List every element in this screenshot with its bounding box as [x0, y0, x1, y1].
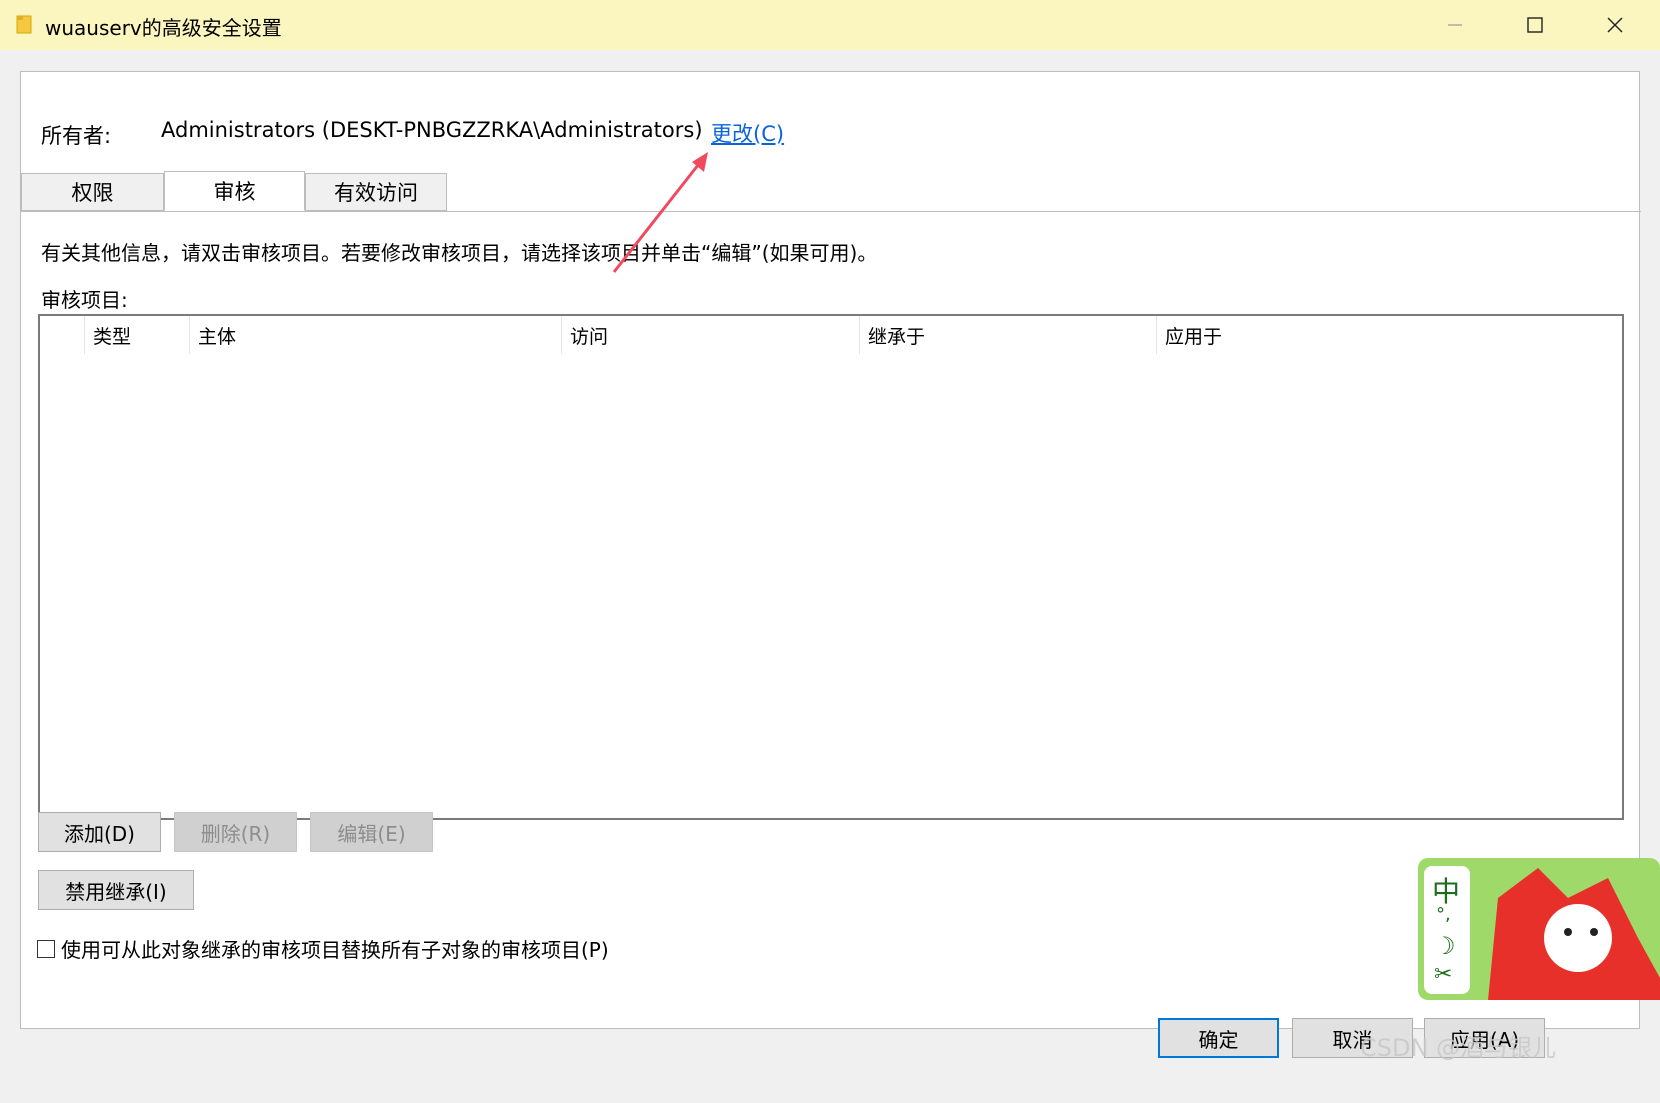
column-header-applies-to[interactable]: 应用于: [1156, 316, 1622, 354]
watermark: CSDN @酒与银儿: [1360, 1034, 1557, 1062]
ime-punctuation[interactable]: °,: [1436, 904, 1451, 925]
tab-divider: [21, 211, 1641, 212]
column-header-type[interactable]: 类型: [84, 316, 189, 354]
replace-child-entries-checkbox[interactable]: [37, 939, 55, 958]
close-icon: [1607, 17, 1623, 33]
close-button[interactable]: [1580, 0, 1650, 50]
replace-child-entries-label: 使用可从此对象继承的审核项目替换所有子对象的审核项目(P): [61, 938, 609, 962]
audit-entries-label: 审核项目:: [41, 288, 128, 312]
window-title: wuauserv的高级安全设置: [45, 16, 282, 40]
disable-inheritance-button[interactable]: 禁用继承(I): [38, 870, 194, 910]
audit-entries-list[interactable]: 类型 主体 访问 继承于 应用于: [38, 314, 1624, 820]
ime-tool-icon[interactable]: ✂: [1434, 962, 1452, 987]
title-bar: wuauserv的高级安全设置: [0, 0, 1660, 50]
folder-icon: [16, 15, 32, 34]
tab-auditing[interactable]: 审核: [164, 171, 305, 211]
maximize-button[interactable]: [1500, 0, 1570, 50]
owner-value: Administrators (DESKT-PNBGZZRKA\Administ…: [161, 118, 703, 142]
info-text: 有关其他信息，请双击审核项目。若要修改审核项目，请选择该项目并单击“编辑”(如果…: [41, 241, 878, 265]
main-panel: 所有者: Administrators (DESKT-PNBGZZRKA\Adm…: [20, 71, 1641, 1029]
column-header-principal[interactable]: 主体: [189, 316, 561, 354]
change-owner-link[interactable]: 更改(C): [711, 118, 784, 148]
ok-button[interactable]: 确定: [1158, 1018, 1279, 1058]
remove-button[interactable]: 删除(R): [174, 812, 297, 852]
edit-button[interactable]: 编辑(E): [310, 812, 433, 852]
maximize-icon: [1527, 17, 1543, 33]
tab-effective-access[interactable]: 有效访问: [305, 173, 447, 211]
tab-permissions[interactable]: 权限: [21, 173, 164, 211]
owner-label: 所有者:: [41, 124, 112, 148]
column-header-access[interactable]: 访问: [561, 316, 859, 354]
column-header-inherited-from[interactable]: 继承于: [859, 316, 1156, 354]
ime-moon-icon[interactable]: ☽: [1434, 932, 1456, 960]
ime-toolbar[interactable]: 中 °, ☽ ✂: [1418, 858, 1660, 1000]
minimize-icon: [1448, 24, 1462, 26]
annotation-arrow: [612, 152, 708, 273]
minimize-button[interactable]: [1420, 0, 1490, 50]
tab-strip: 权限 审核 有效访问: [21, 171, 1641, 211]
add-button[interactable]: 添加(D): [38, 812, 161, 852]
replace-child-entries-option[interactable]: 使用可从此对象继承的审核项目替换所有子对象的审核项目(P): [37, 934, 609, 963]
